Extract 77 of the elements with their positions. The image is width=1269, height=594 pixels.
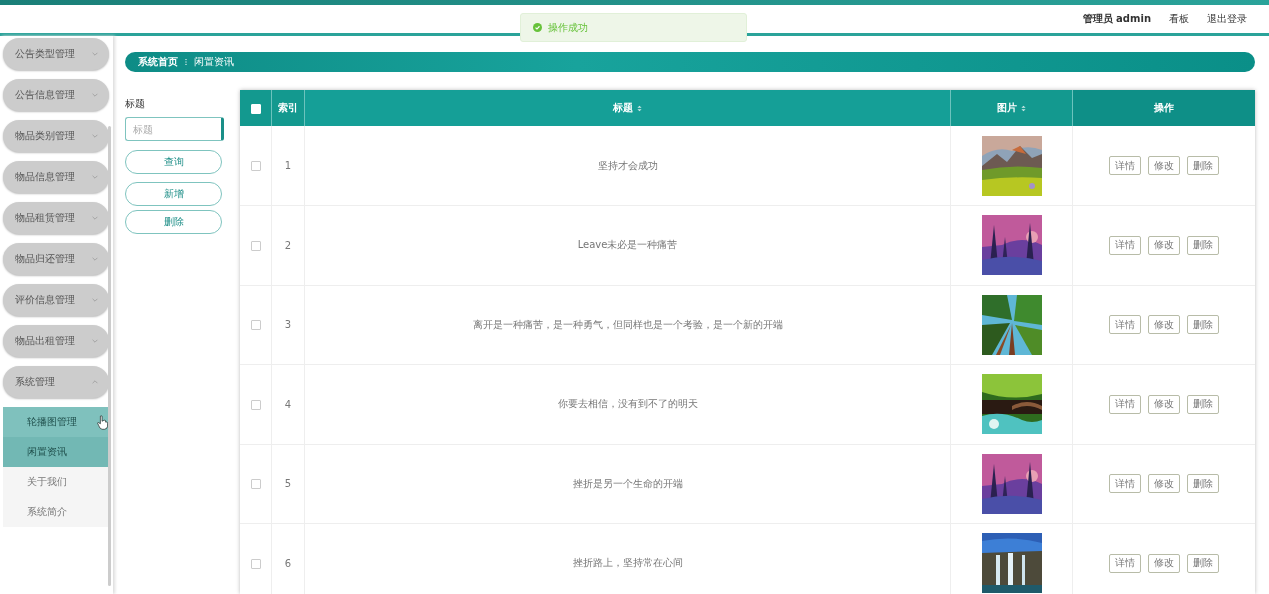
select-all-checkbox[interactable] xyxy=(250,103,261,114)
separator-icon xyxy=(182,58,190,66)
hand-cursor-icon xyxy=(97,415,108,430)
table-cell: 1 xyxy=(284,160,292,171)
toast-message: 操作成功 xyxy=(548,20,588,35)
row-action-button[interactable]: 删除 xyxy=(1187,553,1219,573)
menu-group[interactable]: 物品归还管理 xyxy=(3,243,109,275)
breadcrumb-item[interactable]: 系统首页 xyxy=(138,55,178,69)
row-checkbox[interactable] xyxy=(250,399,261,410)
row-action-button[interactable]: 详情 xyxy=(1109,394,1141,414)
action-button[interactable]: 删除 xyxy=(125,210,222,234)
row-action-button[interactable]: 修改 xyxy=(1148,156,1180,175)
row-action-button[interactable]: 删除 xyxy=(1187,474,1219,494)
submenu-item[interactable]: 闲置资讯 xyxy=(3,437,109,467)
chevron-down-icon xyxy=(91,173,99,181)
table-cell: 3 xyxy=(284,319,292,331)
row-action-button[interactable]: 修改 xyxy=(1148,394,1180,414)
row-action-button[interactable]: 删除 xyxy=(1187,394,1219,414)
menu-group[interactable]: 评价信息管理 xyxy=(3,284,109,316)
header-link[interactable]: 退出登录 xyxy=(1207,12,1247,26)
table-cell: 坚持才会成功 xyxy=(597,159,658,171)
table-cell: 2 xyxy=(284,239,292,251)
row-action-button[interactable]: 详情 xyxy=(1109,315,1141,335)
column-header: 索引 xyxy=(271,90,305,126)
column-header: 操作 xyxy=(1072,90,1255,126)
table-cell: 挫折是另一个生命的开端 xyxy=(572,477,683,489)
submenu-item[interactable]: 系统简介 xyxy=(3,497,109,527)
column-header[interactable]: 标题 xyxy=(304,90,951,126)
row-action-button[interactable]: 详情 xyxy=(1109,156,1141,175)
row-action-button[interactable]: 删除 xyxy=(1187,315,1219,335)
table-cell: Leave未必是一种痛苦 xyxy=(577,239,678,251)
chevron-up-icon xyxy=(91,378,99,386)
menu-group[interactable]: 公告类型管理 xyxy=(3,38,109,70)
row-action-button[interactable]: 修改 xyxy=(1148,553,1180,573)
row-checkbox[interactable] xyxy=(250,558,261,569)
row-checkbox[interactable] xyxy=(250,320,261,331)
chevron-down-icon xyxy=(91,255,99,263)
menu-group[interactable]: 公告信息管理 xyxy=(3,79,109,111)
chevron-down-icon xyxy=(91,132,99,140)
menu-group[interactable]: 系统管理 xyxy=(3,366,109,398)
chevron-down-icon xyxy=(91,214,99,222)
field-label: 标题 xyxy=(125,97,146,111)
table-cell: 挫折路上，坚持常在心间 xyxy=(572,557,683,569)
title-search-field[interactable]: 标题 xyxy=(125,117,224,141)
breadcrumb-item[interactable]: 闲置资讯 xyxy=(194,55,234,69)
row-action-button[interactable]: 详情 xyxy=(1109,474,1141,494)
chevron-down-icon xyxy=(91,337,99,345)
header-link[interactable]: 看板 xyxy=(1169,12,1189,26)
row-action-button[interactable]: 修改 xyxy=(1148,235,1180,255)
chevron-down-icon xyxy=(91,91,99,99)
menu-group[interactable]: 物品出租管理 xyxy=(3,325,109,357)
success-icon xyxy=(533,23,542,32)
table-cell: 离开是一种痛苦，是一种勇气，但同样也是一个考验，是一个新的开端 xyxy=(472,318,783,330)
column-header[interactable]: 图片 xyxy=(950,90,1073,126)
row-action-button[interactable]: 删除 xyxy=(1187,235,1219,255)
menu-group[interactable]: 物品信息管理 xyxy=(3,161,109,193)
table-cell: 6 xyxy=(284,557,292,569)
row-action-button[interactable]: 详情 xyxy=(1109,235,1141,255)
row-checkbox[interactable] xyxy=(250,479,261,490)
row-checkbox[interactable] xyxy=(250,240,261,251)
table-cell: 5 xyxy=(284,478,292,490)
row-checkbox[interactable] xyxy=(250,161,261,171)
menu-group[interactable]: 物品类别管理 xyxy=(3,120,109,152)
row-action-button[interactable]: 修改 xyxy=(1148,474,1180,494)
chevron-down-icon xyxy=(91,50,99,58)
action-button[interactable]: 查询 xyxy=(125,150,222,174)
user-label: 管理员 admin xyxy=(1082,12,1151,26)
row-action-button[interactable]: 修改 xyxy=(1148,315,1180,335)
action-button[interactable]: 新增 xyxy=(125,182,222,206)
row-action-button[interactable]: 详情 xyxy=(1109,553,1141,573)
submenu-item[interactable]: 轮播图管理 xyxy=(3,407,109,437)
table-cell: 4 xyxy=(284,398,292,410)
submenu-item[interactable]: 关于我们 xyxy=(3,467,109,497)
table-cell: 你要去相信，没有到不了的明天 xyxy=(557,398,698,410)
menu-group[interactable]: 物品租赁管理 xyxy=(3,202,109,234)
chevron-down-icon xyxy=(91,296,99,304)
row-action-button[interactable]: 删除 xyxy=(1187,156,1219,175)
